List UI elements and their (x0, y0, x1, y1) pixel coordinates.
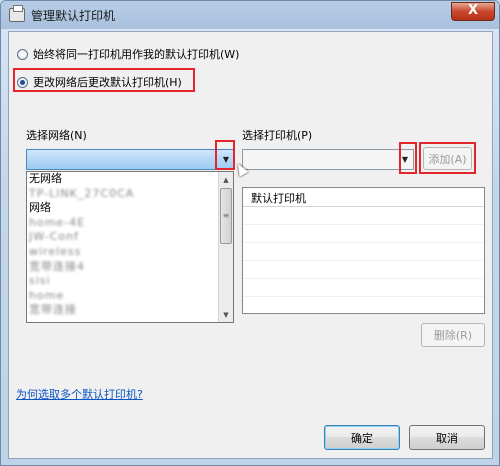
network-label: 选择网络(N) (26, 129, 87, 142)
printer-icon (9, 5, 25, 22)
list-item[interactable]: 宽带连接4 (27, 260, 233, 275)
list-item[interactable]: home (27, 289, 233, 304)
add-printer-button[interactable]: 添加(A) (423, 147, 472, 170)
printer-select[interactable]: ▼ (242, 149, 414, 170)
list-item[interactable]: 宽带连接 (27, 303, 233, 318)
dialog-window: 管理默认打印机 X 始终将同一打印机用作我的默认打印机(W) 更改网络后更改默认… (0, 0, 500, 466)
radio-change-with-network[interactable]: 更改网络后更改默认打印机(H) (17, 74, 182, 90)
dropdown-scrollbar[interactable]: ▲ ≡ ▼ (218, 172, 233, 322)
radio-button-checked[interactable] (17, 76, 28, 88)
network-select[interactable]: ▼ (26, 149, 235, 170)
window-title: 管理默认打印机 (31, 9, 116, 23)
radio-always-same-printer[interactable]: 始终将同一打印机用作我的默认打印机(W) (17, 46, 239, 62)
close-button[interactable]: X (451, 2, 495, 21)
column-header-default-printer[interactable]: 默认打印机 (251, 190, 306, 206)
scroll-thumb[interactable]: ≡ (220, 188, 232, 244)
network-dropdown-list[interactable]: 无网络 TP-LINK_27C0CA 网络 home-4E JW-Conf wi… (26, 171, 234, 323)
highlight-box (215, 140, 235, 170)
default-printer-table: 默认打印机 (242, 187, 485, 314)
grip-icon: ≡ (222, 211, 230, 220)
table-header: 默认打印机 (243, 188, 484, 207)
list-item[interactable]: TP-LINK_27C0CA (27, 187, 233, 202)
list-item[interactable]: home-4E (27, 216, 233, 231)
ok-button[interactable]: 确定 (324, 425, 400, 450)
list-item[interactable]: 网络 (27, 201, 233, 216)
dialog-client-area: 始终将同一打印机用作我的默认打印机(W) 更改网络后更改默认打印机(H) 选择网… (8, 31, 493, 459)
scroll-up-icon[interactable]: ▲ (220, 173, 232, 186)
printer-label: 选择打印机(P) (242, 129, 313, 142)
help-link[interactable]: 为何选取多个默认打印机? (16, 386, 143, 402)
radio-label: 始终将同一打印机用作我的默认打印机(W) (33, 48, 240, 61)
list-item[interactable]: sisi (27, 274, 233, 289)
highlight-box (399, 142, 417, 174)
radio-button[interactable] (17, 48, 28, 60)
radio-label: 更改网络后更改默认打印机(H) (33, 76, 182, 89)
remove-button[interactable]: 删除(R) (421, 323, 485, 347)
list-item[interactable]: wireless (27, 245, 233, 260)
cancel-button[interactable]: 取消 (409, 425, 485, 450)
list-item[interactable]: 无网络 (27, 172, 233, 187)
scroll-down-icon[interactable]: ▼ (220, 308, 232, 321)
list-item[interactable]: JW-Conf (27, 230, 233, 245)
title-bar: 管理默认打印机 X (1, 1, 499, 29)
